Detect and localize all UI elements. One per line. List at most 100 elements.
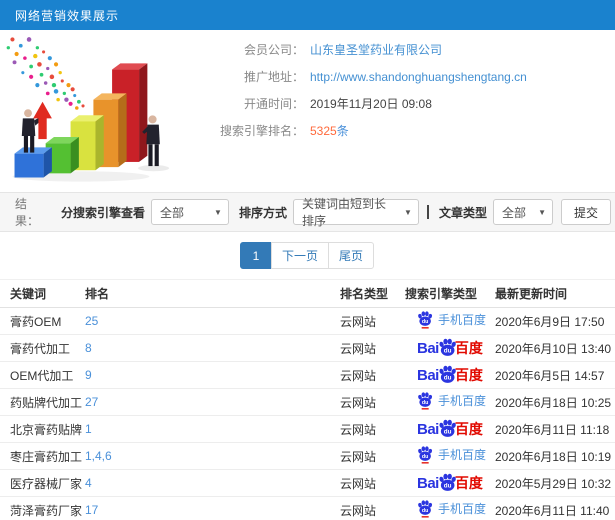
rank-type-cell: 云网站 xyxy=(340,442,405,470)
engine-rank-label: 搜索引擎排名： xyxy=(219,124,304,138)
rank-link[interactable]: 8 xyxy=(85,341,92,355)
engine-rank-count: 5325 xyxy=(310,123,337,138)
search-engine-cell: Bai du 百度 xyxy=(405,415,495,443)
baidu-logo-cn-text: 百度 xyxy=(454,475,483,491)
member-company-row: 会员公司： 山东皇圣堂药业有限公司 xyxy=(192,36,615,63)
mobile-baidu-badge: du 手机百度 xyxy=(417,499,486,518)
rank-link[interactable]: 9 xyxy=(85,368,92,382)
rank-cell: 25 xyxy=(85,307,340,335)
account-info-section: 会员公司： 山东皇圣堂药业有限公司 推广地址： http://www.shand… xyxy=(0,30,615,192)
update-time-cell: 2020年6月9日 17:50 xyxy=(495,307,615,335)
rank-header: 排名 xyxy=(85,279,340,308)
search-engine-cell: du 手机百度 xyxy=(405,442,495,470)
baidu-logo: Bai du 百度 xyxy=(417,364,483,387)
promo-url-link[interactable]: http://www.shandonghuangshengtang.cn xyxy=(310,70,527,84)
rank-cell: 8 xyxy=(85,334,340,362)
promo-url-row: 推广地址： http://www.shandonghuangshengtang.… xyxy=(192,63,615,90)
mobile-baidu-paw-icon: du xyxy=(418,446,432,464)
rank-link[interactable]: 17 xyxy=(85,503,98,517)
growth-chart-image xyxy=(6,37,170,182)
keyword-cell: 菏泽膏药厂家 xyxy=(0,496,85,520)
rank-link[interactable]: 4 xyxy=(85,476,92,490)
table-row: 膏药OEM 25 云网站 du 手机百度 2020年6月9日 17:50 xyxy=(0,307,615,335)
chevron-down-icon: ▼ xyxy=(538,207,546,217)
page-title-bar: 网络营销效果展示 xyxy=(0,0,615,30)
baidu-logo: Bai du 百度 xyxy=(417,337,483,360)
bar-chart-illustration xyxy=(0,30,192,188)
mobile-baidu-label: 手机百度 xyxy=(438,393,487,408)
table-row: OEM代加工 9 云网站 Bai du 百度 2020年6月5日 14:57 xyxy=(0,361,615,389)
rank-link[interactable]: 1 xyxy=(85,422,92,436)
rank-type-cell: 云网站 xyxy=(340,388,405,416)
baidu-logo-bai-text: Bai xyxy=(417,339,439,357)
result-label: 结果： xyxy=(15,197,40,228)
svg-text:du: du xyxy=(444,482,452,489)
rank-link[interactable]: 1,4,6 xyxy=(85,449,112,463)
rank-cell: 27 xyxy=(85,388,340,416)
article-type-select[interactable]: 全部 ▼ xyxy=(492,199,553,225)
rank-type-cell: 云网站 xyxy=(340,307,405,335)
account-info-details: 会员公司： 山东皇圣堂药业有限公司 推广地址： http://www.shand… xyxy=(192,30,615,192)
updated-header: 最新更新时间 xyxy=(495,279,615,308)
rank-type-cell: 云网站 xyxy=(340,469,405,497)
table-row: 枣庄膏药加工 1,4,6 云网站 du 手机百度 2020年6月18日 10:1… xyxy=(0,442,615,470)
rank-link[interactable]: 27 xyxy=(85,395,98,409)
keyword-cell: 医疗器械厂家 xyxy=(0,469,85,497)
chevron-down-icon: ▼ xyxy=(214,207,222,217)
update-time-cell: 2020年6月11日 11:18 xyxy=(495,415,615,443)
baidu-logo: Bai du 百度 xyxy=(417,472,483,495)
svg-text:du: du xyxy=(444,374,452,381)
member-company-link[interactable]: 山东皇圣堂药业有限公司 xyxy=(310,41,442,58)
table-row: 菏泽膏药厂家 17 云网站 du 手机百度 2020年6月11日 11:40 xyxy=(0,496,615,520)
mobile-baidu-paw-icon: du xyxy=(418,392,432,410)
baidu-logo-cn-text: 百度 xyxy=(454,340,483,356)
keyword-cell: 北京膏药贴牌 xyxy=(0,415,85,443)
engine-rank-row: 搜索引擎排名： 5325 条 xyxy=(192,117,615,144)
promo-url-label: 推广地址： xyxy=(243,70,304,84)
update-time-cell: 2020年6月18日 10:25 xyxy=(495,388,615,416)
rank-type-cell: 云网站 xyxy=(340,334,405,362)
baidu-logo: Bai du 百度 xyxy=(417,418,483,441)
update-time-cell: 2020年6月11日 11:40 xyxy=(495,496,615,520)
confetti-dots xyxy=(6,37,85,110)
rank-cell: 1,4,6 xyxy=(85,442,340,470)
sort-label: 排序方式 xyxy=(238,205,287,220)
page-title: 网络营销效果展示 xyxy=(15,8,120,23)
page-button-current[interactable]: 1 xyxy=(239,242,272,269)
submit-button[interactable]: 提交 xyxy=(560,199,611,225)
sort-select[interactable]: 关键词由短到长排序 ▼ xyxy=(292,197,419,228)
baidu-logo-bai-text: Bai xyxy=(417,366,439,384)
rank-cell: 4 xyxy=(85,469,340,497)
keyword-cell: 膏药代加工 xyxy=(0,334,85,362)
table-row: 北京膏药贴牌 1 云网站 Bai du 百度 2020年6月11日 11:18 xyxy=(0,415,615,443)
last-page-button[interactable]: 尾页 xyxy=(328,242,375,269)
engine-rank-unit: 条 xyxy=(336,124,349,138)
update-time-cell: 2020年6月10日 13:40 xyxy=(495,334,615,362)
rank-link[interactable]: 25 xyxy=(85,314,98,328)
keyword-cell: 药贴牌代加工 xyxy=(0,388,85,416)
rank-cell: 1 xyxy=(85,415,340,443)
keyword-header: 关键词 xyxy=(0,279,85,308)
svg-text:du: du xyxy=(422,454,429,460)
search-engine-cell: du 手机百度 xyxy=(405,307,495,335)
update-time-cell: 2020年6月18日 10:19 xyxy=(495,442,615,470)
mobile-baidu-paw-icon: du xyxy=(418,311,432,329)
update-time-cell: 2020年5月29日 10:32 xyxy=(495,469,615,497)
mobile-baidu-badge: du 手机百度 xyxy=(417,310,486,329)
keyword-cell: 枣庄膏药加工 xyxy=(0,442,85,470)
mobile-baidu-paw-icon: du xyxy=(418,500,432,518)
mobile-baidu-badge: du 手机百度 xyxy=(417,391,486,410)
table-row: 膏药代加工 8 云网站 Bai du 百度 2020年6月10日 13:40 xyxy=(0,334,615,362)
svg-text:du: du xyxy=(422,319,429,325)
mobile-baidu-label: 手机百度 xyxy=(438,447,487,462)
engine-type-header: 搜索引擎类型 xyxy=(405,279,495,308)
search-engine-cell: Bai du 百度 xyxy=(405,469,495,497)
next-page-button[interactable]: 下一页 xyxy=(270,242,329,269)
article-type-label: 文章类型 xyxy=(438,205,487,220)
engine-filter-value: 全部 xyxy=(159,205,184,220)
search-engine-cell: Bai du 百度 xyxy=(405,361,495,389)
sort-value: 关键词由短到长排序 xyxy=(301,197,386,228)
engine-filter-select[interactable]: 全部 ▼ xyxy=(150,199,229,225)
results-table-body: 膏药OEM 25 云网站 du 手机百度 2020年6月9日 17:50 膏药代… xyxy=(0,307,615,520)
svg-text:du: du xyxy=(444,428,452,435)
